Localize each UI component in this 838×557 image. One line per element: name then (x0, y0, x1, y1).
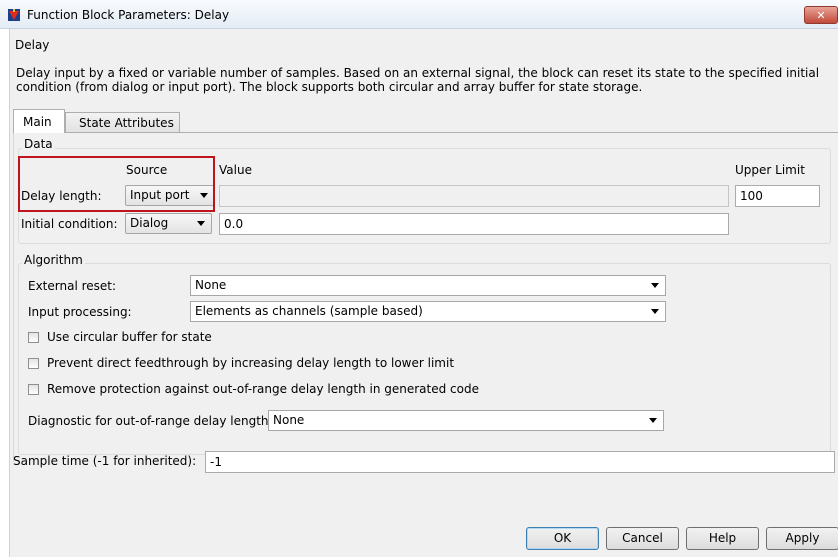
input-processing-dropdown[interactable]: Elements as channels (sample based) (190, 301, 666, 322)
help-button[interactable]: Help (686, 527, 759, 550)
remove-protection-option[interactable]: Remove protection against out-of-range d… (28, 381, 628, 399)
algorithm-group-legend: Algorithm (22, 253, 85, 267)
block-name: Delay (15, 38, 50, 52)
initial-condition-label: Initial condition: (21, 217, 118, 231)
upper-limit-field[interactable]: 100 (735, 185, 820, 207)
value-column-header: Value (219, 163, 252, 177)
tab-state-attributes[interactable]: State Attributes (65, 112, 180, 133)
sample-time-field[interactable]: -1 (205, 451, 835, 473)
prevent-feedthrough-option[interactable]: Prevent direct feedthrough by increasing… (28, 355, 628, 373)
delay-length-value-field (219, 185, 729, 207)
external-reset-dropdown[interactable]: None (190, 275, 666, 296)
dialog-content: Delay Delay input by a fixed or variable… (9, 29, 838, 557)
initial-condition-source-value: Dialog (130, 216, 169, 230)
circular-buffer-label: Use circular buffer for state (47, 330, 212, 344)
chevron-down-icon (651, 309, 659, 314)
upper-limit-column-header: Upper Limit (735, 163, 805, 177)
input-processing-label: Input processing: (28, 305, 132, 319)
initial-condition-value-field[interactable]: 0.0 (219, 213, 729, 235)
data-group-legend: Data (22, 137, 55, 151)
prevent-feedthrough-label: Prevent direct feedthrough by increasing… (47, 356, 455, 370)
tab-main[interactable]: Main (13, 109, 65, 133)
remove-protection-checkbox[interactable] (28, 384, 39, 395)
chevron-down-icon (197, 221, 205, 226)
external-reset-value: None (195, 278, 227, 292)
diagnostic-dropdown[interactable]: None (268, 410, 664, 431)
chevron-down-icon (649, 418, 657, 423)
remove-protection-label: Remove protection against out-of-range d… (47, 382, 479, 396)
description-line-2: condition (from dialog or input port). T… (16, 80, 643, 94)
apply-button[interactable]: Apply (766, 527, 838, 550)
close-button[interactable]: ✕ (804, 6, 838, 24)
sample-time-label: Sample time (-1 for inherited): (13, 454, 197, 468)
simulink-block-icon (8, 9, 20, 21)
main-tab-panel: Data Source Value Upper Limit Delay leng… (13, 132, 838, 462)
window-title: Function Block Parameters: Delay (27, 8, 230, 22)
ok-button[interactable]: OK (526, 527, 599, 550)
title-bar[interactable]: Function Block Parameters: Delay ✕ (0, 0, 838, 29)
diagnostic-value: None (273, 413, 305, 427)
highlight-box (18, 156, 215, 212)
prevent-feedthrough-checkbox[interactable] (28, 358, 39, 369)
cancel-button[interactable]: Cancel (606, 527, 679, 550)
external-reset-label: External reset: (28, 279, 117, 293)
initial-condition-source-dropdown[interactable]: Dialog (125, 213, 212, 234)
circular-buffer-checkbox[interactable] (28, 332, 39, 343)
input-processing-value: Elements as channels (sample based) (195, 304, 423, 318)
tab-state-attributes-label: State Attributes (79, 116, 174, 130)
chevron-down-icon (651, 283, 659, 288)
diagnostic-label: Diagnostic for out-of-range delay length… (28, 414, 273, 428)
circular-buffer-option[interactable]: Use circular buffer for state (28, 329, 528, 347)
description-line-1: Delay input by a fixed or variable numbe… (16, 66, 820, 80)
tab-main-label: Main (23, 115, 52, 129)
